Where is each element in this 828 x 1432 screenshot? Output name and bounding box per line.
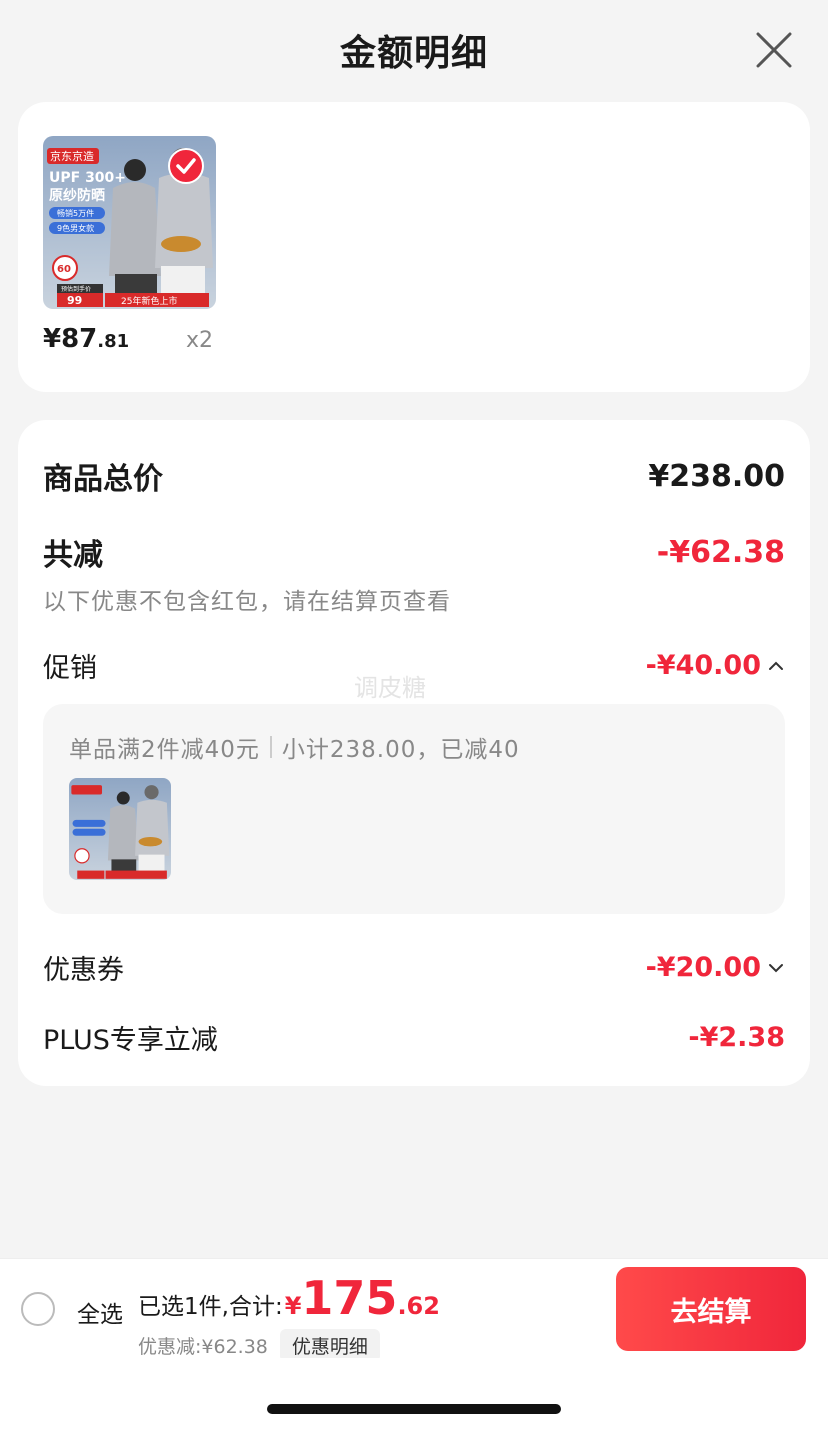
product-card: 京东京造 UPF 300+ 原纱防晒 畅销5万件 9色男女款 60 预估到手价 … <box>18 102 810 392</box>
selected-check-icon[interactable] <box>168 148 204 184</box>
product-quantity: x2 <box>186 328 214 353</box>
goods-total-label: 商品总价 <box>43 462 163 497</box>
discount-amount: 优惠减:¥62.38 <box>138 1336 268 1358</box>
image-price: 99 <box>67 294 82 307</box>
coupon-label: 优惠券 <box>43 955 124 986</box>
select-all-radio[interactable] <box>21 1292 55 1326</box>
price-detail-card: 商品总价 ¥238.00 共减 -¥62.38 以下优惠不包含红包，请在结算页查… <box>18 420 810 1086</box>
selected-count-text: 已选1件,合计: <box>138 1294 283 1320</box>
coupon-value-group[interactable]: -¥20.00 <box>646 952 785 983</box>
goods-total-row: 商品总价 ¥238.00 <box>43 454 785 498</box>
image-price-label: 预估到手价 <box>61 285 91 293</box>
image-tag-1: 畅销5万件 <box>57 208 94 218</box>
image-banner: 25年新色上市 <box>121 295 177 307</box>
price-decimal: .81 <box>97 331 130 352</box>
price-integer: ¥87 <box>43 324 98 354</box>
page-title: 金额明细 <box>339 33 488 74</box>
home-indicator[interactable] <box>267 1404 561 1414</box>
coupon-value: -¥20.00 <box>645 952 761 983</box>
checkout-bar: 全选 已选1件,合计: ¥ 175 .62 优惠减:¥62.38 优惠明细 去结… <box>0 1258 828 1362</box>
image-headline-2: 原纱防晒 <box>49 187 105 204</box>
image-tag-2: 9色男女款 <box>57 223 94 233</box>
promo-label: 促销 <box>43 653 97 684</box>
amount-detail-sheet: 金额明细 京东京造 UPF 300+ 原纱防晒 畅销5万件 9色男女款 60 预… <box>0 0 828 1260</box>
promo-text: 单品满2件减40元 小计238.00，已减40 <box>69 730 520 764</box>
reduced-row: 共减 -¥62.38 <box>43 530 785 574</box>
plus-row: PLUS专享立减 -¥2.38 <box>43 1018 785 1057</box>
image-headline-1: UPF 300+ <box>49 170 126 186</box>
total-integer: 175 <box>301 1271 398 1325</box>
watermark: 调皮糖 <box>354 674 426 702</box>
total-currency: ¥ <box>284 1292 302 1320</box>
reduced-label: 共减 <box>43 538 103 573</box>
image-badge: 60 <box>57 264 71 275</box>
image-brand-text: 京东京造 <box>50 149 94 163</box>
reduced-value: -¥62.38 <box>656 534 785 570</box>
promo-detail-box: 单品满2件减40元 小计238.00，已减40 <box>43 704 785 914</box>
goods-total-value: ¥238.00 <box>648 458 785 494</box>
total-decimal: .62 <box>397 1292 440 1320</box>
sheet-header: 金额明细 <box>0 0 828 100</box>
select-all-label[interactable]: 全选 <box>77 1295 123 1329</box>
promo-product-thumbnail[interactable] <box>69 778 171 880</box>
promo-rule: 单品满2件减40元 <box>69 737 260 763</box>
divider <box>269 736 272 758</box>
promo-subtotal: 小计238.00，已减40 <box>281 737 520 763</box>
discount-note: 以下优惠不包含红包，请在结算页查看 <box>43 589 451 615</box>
coupon-row[interactable]: 优惠券 -¥20.00 <box>43 948 785 987</box>
checkout-button[interactable]: 去结算 <box>616 1267 806 1351</box>
chevron-down-icon[interactable] <box>767 959 785 977</box>
home-indicator-area <box>0 1358 828 1432</box>
plus-value: -¥2.38 <box>688 1022 785 1053</box>
chevron-up-icon[interactable] <box>767 657 785 675</box>
total-line: 已选1件,合计: ¥ 175 .62 <box>138 1271 440 1325</box>
close-icon[interactable] <box>754 30 794 70</box>
promo-value: -¥40.00 <box>645 650 761 681</box>
promo-value-group[interactable]: -¥40.00 <box>646 650 785 681</box>
plus-label: PLUS专享立减 <box>43 1025 218 1056</box>
